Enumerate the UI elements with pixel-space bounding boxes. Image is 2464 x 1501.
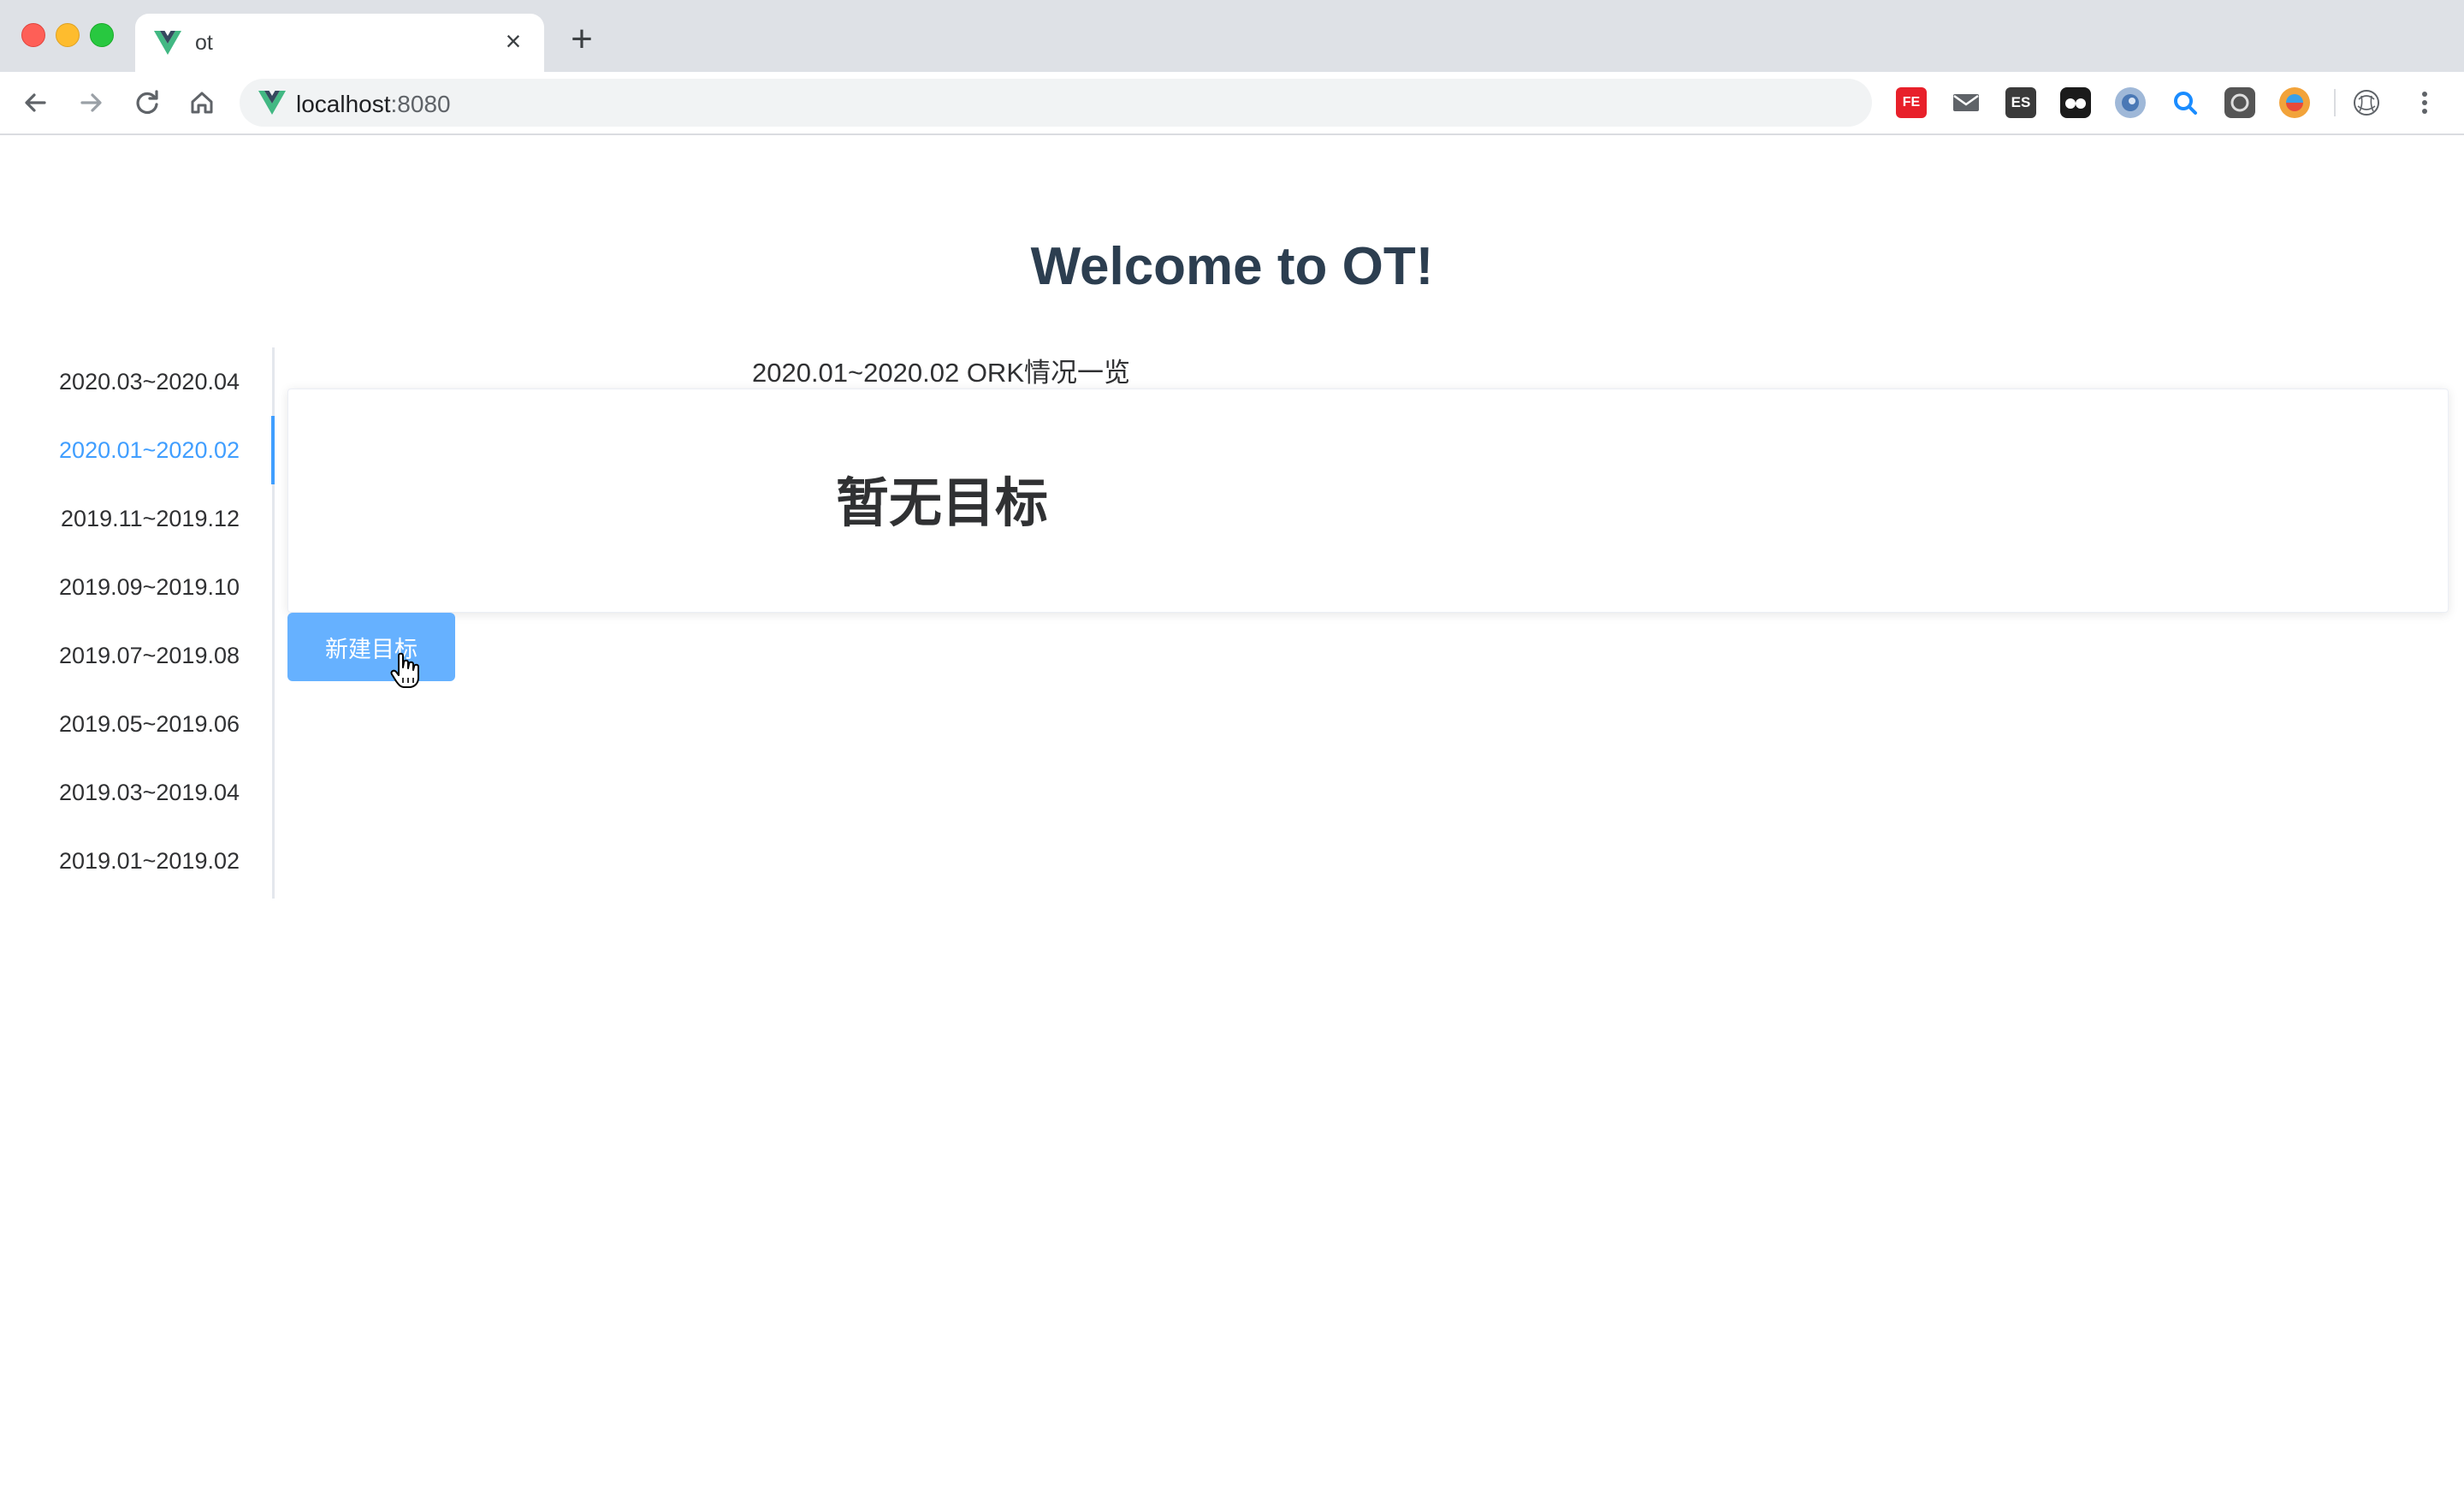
reload-icon[interactable] xyxy=(128,84,166,122)
browser-menu-icon[interactable] xyxy=(2414,86,2435,120)
timeline-item-2019-07[interactable]: 2019.07~2019.08 xyxy=(0,621,272,690)
url-port: :8080 xyxy=(390,91,451,117)
window-close-button[interactable] xyxy=(21,23,45,47)
window-minimize-button[interactable] xyxy=(56,23,80,47)
timeline-item-2020-01[interactable]: 2020.01~2020.02 xyxy=(0,416,275,484)
okr-period-caption: 2020.01~2020.02 ORK情况一览 xyxy=(751,358,1130,388)
period-timeline: 2020.03~2020.04 2020.01~2020.02 2019.11~… xyxy=(0,347,275,899)
toolbar-divider xyxy=(2334,89,2336,116)
back-arrow-icon[interactable] xyxy=(17,84,55,122)
vue-logo-icon xyxy=(258,91,286,115)
forward-arrow-icon[interactable] xyxy=(72,84,110,122)
tab-close-icon[interactable]: × xyxy=(498,26,529,56)
browser-tab-active[interactable]: ot × xyxy=(135,14,544,72)
timeline-item-2019-05[interactable]: 2019.05~2019.06 xyxy=(0,690,272,758)
profile-avatar-icon[interactable] xyxy=(2351,87,2382,118)
browser-tab-strip: ot × + xyxy=(0,0,2464,72)
home-icon[interactable] xyxy=(183,84,221,122)
url-text: localhost:8080 xyxy=(296,91,451,118)
gray-extension-icon[interactable] xyxy=(2224,87,2255,118)
timeline-item-2019-03[interactable]: 2019.03~2019.04 xyxy=(0,758,272,827)
vue-logo-icon xyxy=(154,31,181,55)
empty-goals-message: 暂无目标 xyxy=(835,474,1048,533)
search-extension-icon[interactable] xyxy=(2170,87,2200,118)
orb-extension-icon[interactable] xyxy=(2115,87,2146,118)
mail-extension-icon[interactable] xyxy=(1951,87,1981,118)
window-maximize-button[interactable] xyxy=(90,23,114,47)
mask-extension-icon[interactable] xyxy=(2060,87,2091,118)
hand-pointer-cursor-icon xyxy=(390,652,419,688)
address-bar[interactable]: localhost:8080 xyxy=(240,79,1872,127)
page-title: Welcome to OT! xyxy=(1030,237,1434,296)
new-tab-button[interactable]: + xyxy=(565,21,599,58)
timeline-item-2020-03[interactable]: 2020.03~2020.04 xyxy=(0,347,272,416)
tab-title: ot xyxy=(195,31,213,55)
fe-extension-icon[interactable]: FE xyxy=(1896,87,1927,118)
goals-card: 暂无目标 xyxy=(287,389,2449,613)
timeline-item-2019-01[interactable]: 2019.01~2019.02 xyxy=(0,827,272,895)
new-goal-button[interactable]: 新建目标 xyxy=(287,613,455,681)
timeline-item-2019-09[interactable]: 2019.09~2019.10 xyxy=(0,553,272,621)
url-host: localhost xyxy=(296,91,391,117)
ball-extension-icon[interactable] xyxy=(2279,87,2310,118)
es-extension-icon[interactable]: ES xyxy=(2005,87,2036,118)
browser-toolbar: localhost:8080 FE ES xyxy=(0,72,2464,135)
timeline-item-2019-11[interactable]: 2019.11~2019.12 xyxy=(0,484,272,553)
